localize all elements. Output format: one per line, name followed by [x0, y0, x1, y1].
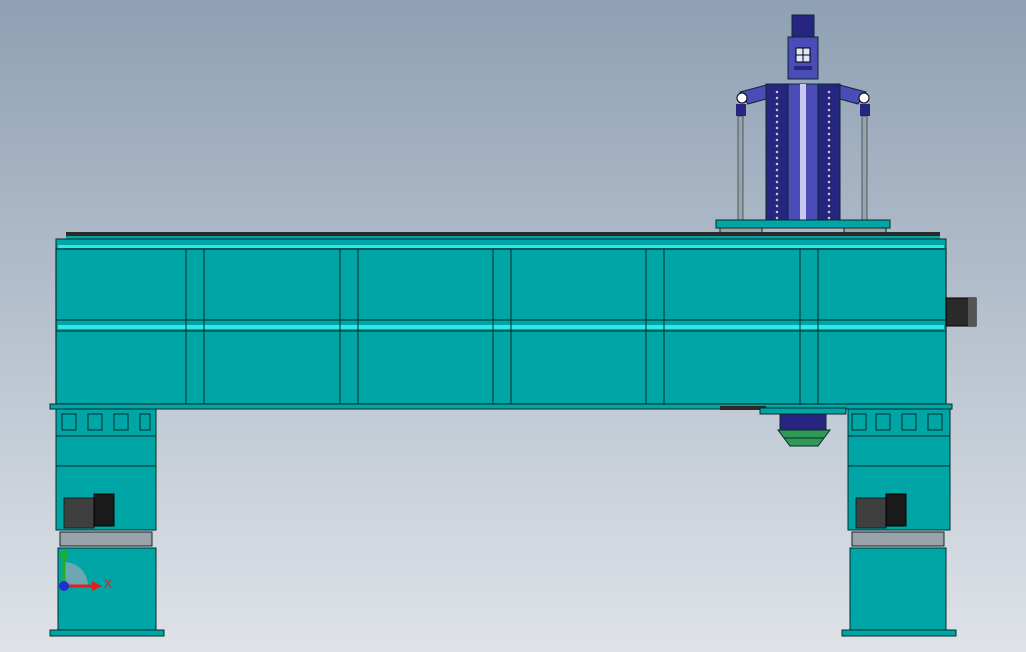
left-leg-motor — [63, 497, 95, 529]
cad-viewport[interactable]: X — [0, 0, 1026, 652]
right-leg-upper — [847, 435, 951, 467]
bolt — [827, 192, 831, 196]
bolt — [775, 150, 779, 154]
bolt — [775, 192, 779, 196]
bolt — [827, 162, 831, 166]
bolt — [775, 156, 779, 160]
gantry-beam[interactable] — [49, 232, 977, 410]
bolt — [775, 120, 779, 124]
bolt — [827, 156, 831, 160]
bolt — [775, 138, 779, 142]
triad-x-label: X — [104, 577, 112, 591]
right-leg[interactable] — [841, 403, 957, 637]
bolt — [775, 126, 779, 130]
bolt — [775, 204, 779, 208]
bolt — [775, 132, 779, 136]
bolt — [827, 132, 831, 136]
bolt — [775, 210, 779, 214]
left-leg-upper — [55, 435, 157, 467]
z-motor — [787, 14, 819, 80]
spindle-slide — [765, 83, 841, 227]
left-leg[interactable] — [49, 403, 165, 637]
bolt — [775, 108, 779, 112]
left-leg-foot — [49, 629, 165, 637]
left-leg-motor-mount — [93, 493, 115, 527]
bolt — [775, 174, 779, 178]
bolt — [827, 204, 831, 208]
carriage-plate — [715, 219, 891, 229]
beam-end-motor-cap — [968, 298, 976, 326]
triad-z-axis — [59, 581, 69, 591]
bolt — [827, 150, 831, 154]
bolt — [775, 102, 779, 106]
right-leg-motor — [855, 497, 887, 529]
bolt — [827, 108, 831, 112]
bolt — [827, 198, 831, 202]
bolt — [775, 96, 779, 100]
left-leg-bearings — [59, 531, 153, 547]
bolt — [827, 138, 831, 142]
beam-top-highlight — [58, 245, 944, 248]
guide-rod-left — [737, 115, 744, 233]
bolt — [775, 216, 779, 220]
right-leg-foot — [841, 629, 957, 637]
bolt — [775, 186, 779, 190]
bolt — [827, 120, 831, 124]
bolt — [775, 144, 779, 148]
beam-mid-highlight — [58, 325, 944, 329]
bolt — [775, 168, 779, 172]
bolt — [775, 198, 779, 202]
bolt — [827, 180, 831, 184]
bolt — [827, 126, 831, 130]
gantry-drawing[interactable]: X — [0, 0, 1026, 652]
bolt — [827, 114, 831, 118]
beam-top-rail — [66, 232, 940, 236]
right-leg-bearings — [851, 531, 945, 547]
bolt — [827, 216, 831, 220]
bolt — [827, 96, 831, 100]
right-leg-base — [849, 547, 947, 633]
bolt — [827, 102, 831, 106]
bolt — [775, 90, 779, 94]
bolt — [827, 210, 831, 214]
bolt — [827, 174, 831, 178]
bolt — [827, 90, 831, 94]
right-leg-motor-mount — [885, 493, 907, 527]
bolt — [775, 114, 779, 118]
bolt — [827, 186, 831, 190]
bolt — [827, 168, 831, 172]
guide-rod-right — [861, 115, 868, 233]
bolt — [775, 180, 779, 184]
bolt — [827, 144, 831, 148]
bolt — [775, 162, 779, 166]
